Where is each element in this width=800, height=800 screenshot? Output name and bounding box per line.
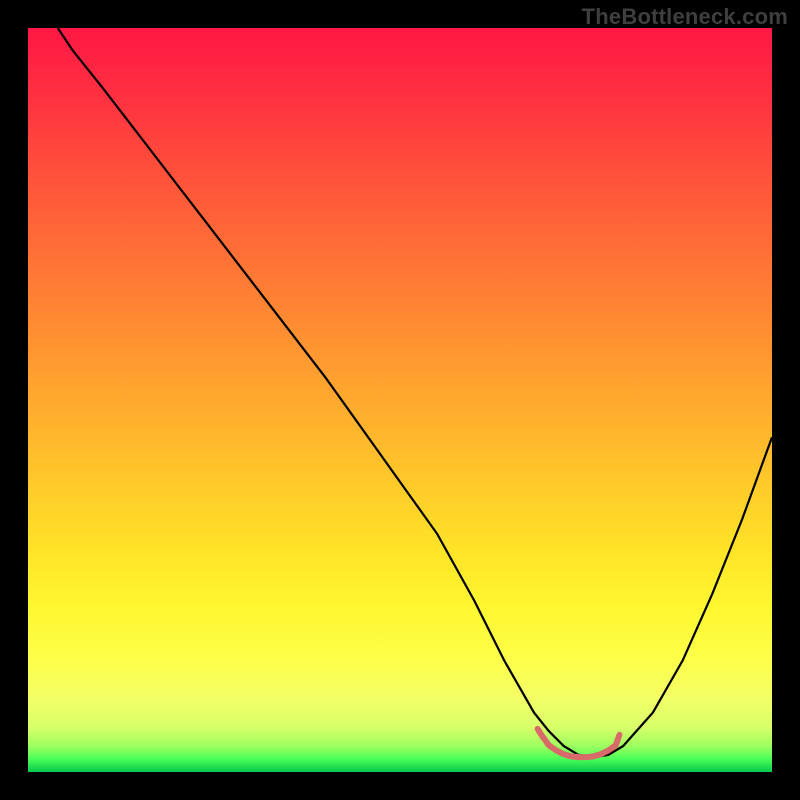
chart-svg bbox=[0, 0, 800, 800]
plot-background bbox=[28, 28, 772, 772]
watermark-text: TheBottleneck.com bbox=[582, 4, 788, 30]
bottleneck-chart: TheBottleneck.com bbox=[0, 0, 800, 800]
